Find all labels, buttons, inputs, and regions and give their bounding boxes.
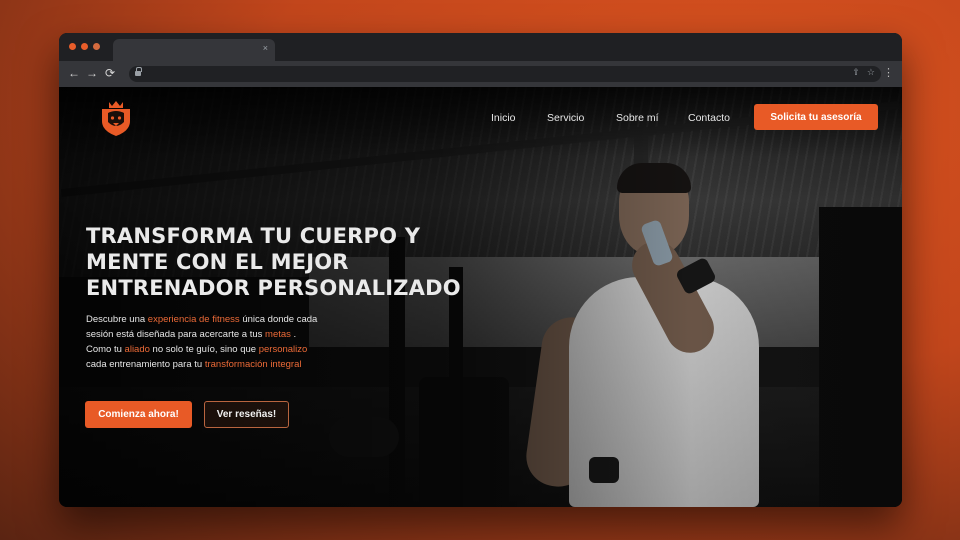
see-reviews-button[interactable]: Ver reseñas! <box>204 401 289 428</box>
browser-titlebar: × <box>59 33 902 61</box>
nav-link-servicio[interactable]: Servicio <box>547 112 584 124</box>
reload-icon[interactable]: ⟳ <box>105 66 115 80</box>
maximize-window-button[interactable] <box>93 43 100 50</box>
browser-toolbar: ← → ⟳ ⇪ ☆ ⋮ <box>59 61 902 87</box>
forward-arrow-icon[interactable]: → <box>86 66 98 80</box>
hero-highlight-text: aliado <box>124 344 150 355</box>
hero-highlight-text: personalizo <box>258 344 308 355</box>
nav-link-inicio[interactable]: Inicio <box>491 112 516 124</box>
address-bar[interactable]: ⇪ ☆ <box>129 66 881 82</box>
browser-window: × ← → ⟳ ⇪ ☆ ⋮ Inicio Servicio Sobre mí C… <box>59 33 902 507</box>
start-now-button[interactable]: Comienza ahora! <box>85 401 192 428</box>
nav-link-sobre-mi[interactable]: Sobre mí <box>616 112 659 124</box>
lion-shield-logo-icon[interactable] <box>99 99 133 137</box>
hero-title: TRANSFORMA TU CUERPO Y MENTE CON EL MEJO… <box>86 224 461 300</box>
hero-highlight-text: metas <box>265 329 291 340</box>
bookmark-star-icon[interactable]: ☆ <box>867 67 875 78</box>
close-window-button[interactable] <box>69 43 76 50</box>
browser-menu-icon[interactable]: ⋮ <box>883 66 894 80</box>
tab-close-icon[interactable]: × <box>263 43 268 53</box>
window-controls <box>69 43 100 50</box>
hero-highlight-text: transformación integral <box>204 359 302 370</box>
hero-description: Descubre una experiencia de fitness únic… <box>86 312 321 372</box>
hero-text-segment: no solo te guío, sino que <box>149 344 259 355</box>
share-icon[interactable]: ⇪ <box>852 67 860 78</box>
hero-text-segment: Descubre una <box>86 314 148 325</box>
hero-text-segment: cada entrenamiento para tu <box>86 359 205 370</box>
request-consultation-button[interactable]: Solicita tu asesoría <box>754 104 878 130</box>
lock-icon <box>135 67 142 76</box>
hero-highlight-text: experiencia de fitness <box>147 314 240 325</box>
back-arrow-icon[interactable]: ← <box>68 66 80 80</box>
page-viewport: Inicio Servicio Sobre mí Contacto Solici… <box>59 87 902 507</box>
browser-tab[interactable]: × <box>113 39 275 61</box>
nav-link-contacto[interactable]: Contacto <box>688 112 730 124</box>
minimize-window-button[interactable] <box>81 43 88 50</box>
site-navbar: Inicio Servicio Sobre mí Contacto Solici… <box>59 87 902 147</box>
